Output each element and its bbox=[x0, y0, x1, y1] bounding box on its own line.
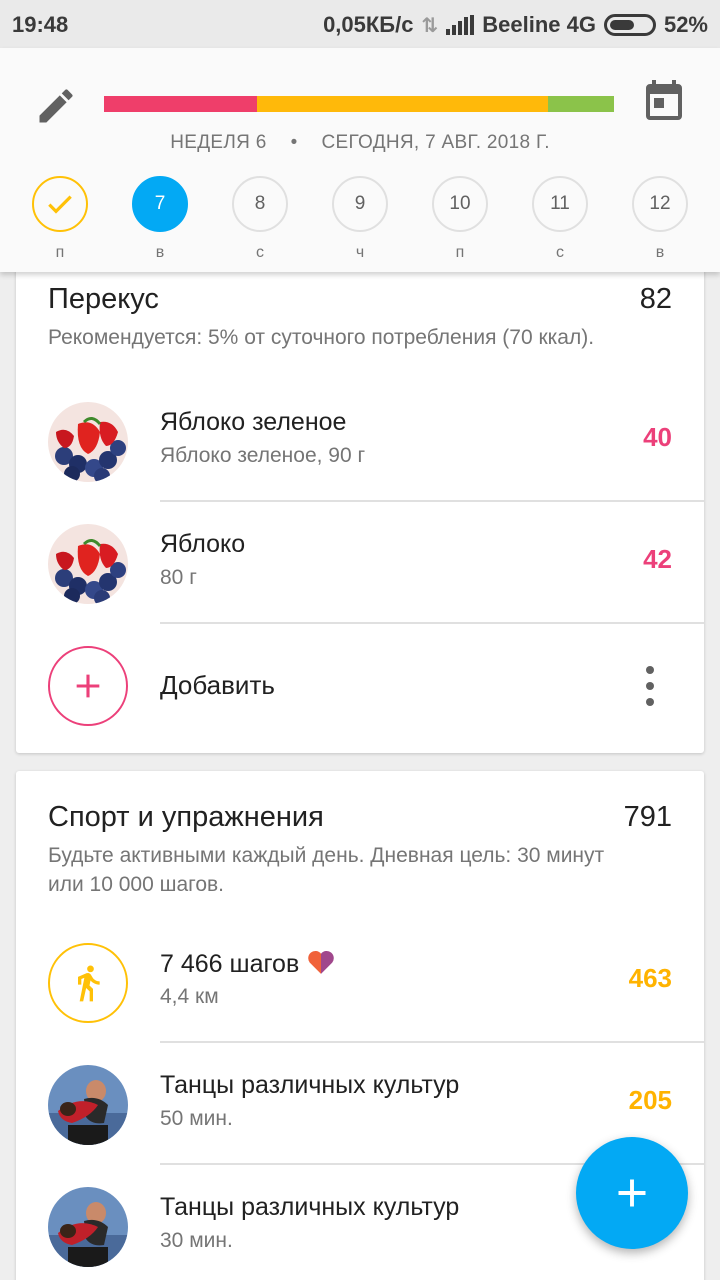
exercise-detail: 30 мин. bbox=[160, 1229, 233, 1252]
progress-segment-remaining bbox=[257, 96, 548, 112]
day-1[interactable]: 7 в bbox=[130, 176, 190, 262]
card-total: 82 bbox=[639, 283, 672, 315]
exercise-name: Танцы различных культур bbox=[160, 1193, 460, 1221]
exercise-kcal: 463 bbox=[628, 963, 672, 993]
card-description: Будьте активными каждый день. Дневная це… bbox=[48, 844, 605, 896]
week-label: НЕДЕЛЯ 6 bbox=[170, 132, 267, 153]
berries-thumbnail bbox=[48, 524, 128, 604]
dance-thumbnail bbox=[48, 1187, 128, 1267]
snack-card: Перекус 82 Рекомендуется: 5% от суточног… bbox=[16, 255, 704, 753]
exercise-name: 7 466 шагов bbox=[160, 949, 336, 979]
data-transfer-icon: ⇅ bbox=[421, 14, 439, 37]
berries-thumbnail bbox=[48, 402, 128, 482]
day-circle-done[interactable] bbox=[32, 176, 88, 232]
signal-icon bbox=[446, 15, 475, 35]
day-6[interactable]: 12 в bbox=[630, 176, 690, 262]
food-kcal: 40 bbox=[643, 422, 672, 452]
day-selector: п 7 в 8 с 9 ч 10 п 11 с 12 в bbox=[0, 176, 720, 266]
day-label: в bbox=[655, 244, 665, 261]
steps-label: 7 466 шагов bbox=[160, 950, 300, 978]
battery-icon bbox=[603, 14, 656, 36]
calendar-icon[interactable] bbox=[640, 78, 688, 126]
pencil-icon[interactable] bbox=[34, 84, 78, 128]
food-name: Яблоко bbox=[160, 530, 246, 558]
food-item[interactable]: Яблоко зеленое Яблоко зеленое, 90 г 40 bbox=[16, 380, 704, 502]
food-kcal: 42 bbox=[643, 544, 672, 574]
dance-thumbnail bbox=[48, 1065, 128, 1145]
plus-icon[interactable] bbox=[48, 646, 128, 726]
progress-segment-consumed bbox=[104, 96, 257, 112]
day-3[interactable]: 9 ч bbox=[330, 176, 390, 262]
separator-dot: • bbox=[290, 132, 298, 153]
diary-header: НЕДЕЛЯ 6 • СЕГОДНЯ, 7 АВГ. 2018 Г. п 7 в 8… bbox=[0, 48, 720, 272]
network-speed: 0,05КБ/с bbox=[323, 12, 414, 37]
status-time: 19:48 bbox=[12, 12, 69, 37]
exercise-detail: 50 мин. bbox=[160, 1107, 233, 1130]
heart-icon bbox=[308, 951, 334, 974]
week-info: НЕДЕЛЯ 6 • СЕГОДНЯ, 7 АВГ. 2018 Г. bbox=[0, 132, 720, 154]
exercise-item[interactable]: 7 466 шагов 4,4 км 463 bbox=[16, 921, 704, 1043]
day-2[interactable]: 8 с bbox=[230, 176, 290, 262]
day-circle[interactable]: 9 bbox=[332, 176, 388, 232]
battery-percent: 52% bbox=[663, 12, 708, 37]
card-description: Рекомендуется: 5% от суточного потреблен… bbox=[48, 326, 595, 349]
exercise-kcal: 205 bbox=[628, 1085, 672, 1115]
plus-icon bbox=[618, 1179, 646, 1207]
food-name: Яблоко зеленое bbox=[160, 408, 347, 436]
day-circle[interactable]: 11 bbox=[532, 176, 588, 232]
calorie-progress-bar bbox=[104, 96, 614, 112]
carrier-label: Beeline 4G bbox=[482, 12, 596, 37]
add-food-row[interactable]: Добавить bbox=[16, 624, 704, 746]
day-circle[interactable]: 12 bbox=[632, 176, 688, 232]
day-label: с bbox=[556, 244, 564, 261]
day-circle[interactable]: 10 bbox=[432, 176, 488, 232]
check-icon bbox=[48, 195, 72, 214]
day-0[interactable]: п bbox=[30, 176, 90, 262]
day-label: п bbox=[55, 244, 65, 261]
card-title: Перекус bbox=[48, 283, 159, 315]
day-label: в bbox=[155, 244, 165, 261]
exercise-name: Танцы различных культур bbox=[160, 1071, 460, 1099]
status-right: 0,05КБ/с ⇅ Beeline 4G 52% bbox=[323, 12, 708, 38]
day-label: ч bbox=[355, 244, 365, 261]
day-circle[interactable]: 8 bbox=[232, 176, 288, 232]
food-portion: Яблоко зеленое, 90 г bbox=[160, 444, 366, 467]
card-title: Спорт и упражнения bbox=[48, 801, 324, 833]
day-label: п bbox=[455, 244, 465, 261]
card-total: 791 bbox=[623, 801, 672, 833]
food-item[interactable]: Яблоко 80 г 42 bbox=[16, 502, 704, 624]
day-circle-active[interactable]: 7 bbox=[132, 176, 188, 232]
day-4[interactable]: 10 п bbox=[430, 176, 490, 262]
food-portion: 80 г bbox=[160, 566, 197, 589]
progress-segment-bonus bbox=[547, 96, 614, 112]
more-vert-icon[interactable] bbox=[640, 666, 660, 706]
status-bar: 19:48 0,05КБ/с ⇅ Beeline 4G 52% bbox=[0, 0, 720, 48]
exercise-detail: 4,4 км bbox=[160, 985, 219, 1008]
day-5[interactable]: 11 с bbox=[530, 176, 590, 262]
add-fab-button[interactable] bbox=[576, 1137, 688, 1249]
add-label[interactable]: Добавить bbox=[160, 670, 275, 701]
day-label: с bbox=[256, 244, 264, 261]
walking-icon bbox=[48, 943, 128, 1023]
date-label: СЕГОДНЯ, 7 АВГ. 2018 Г. bbox=[321, 132, 550, 153]
